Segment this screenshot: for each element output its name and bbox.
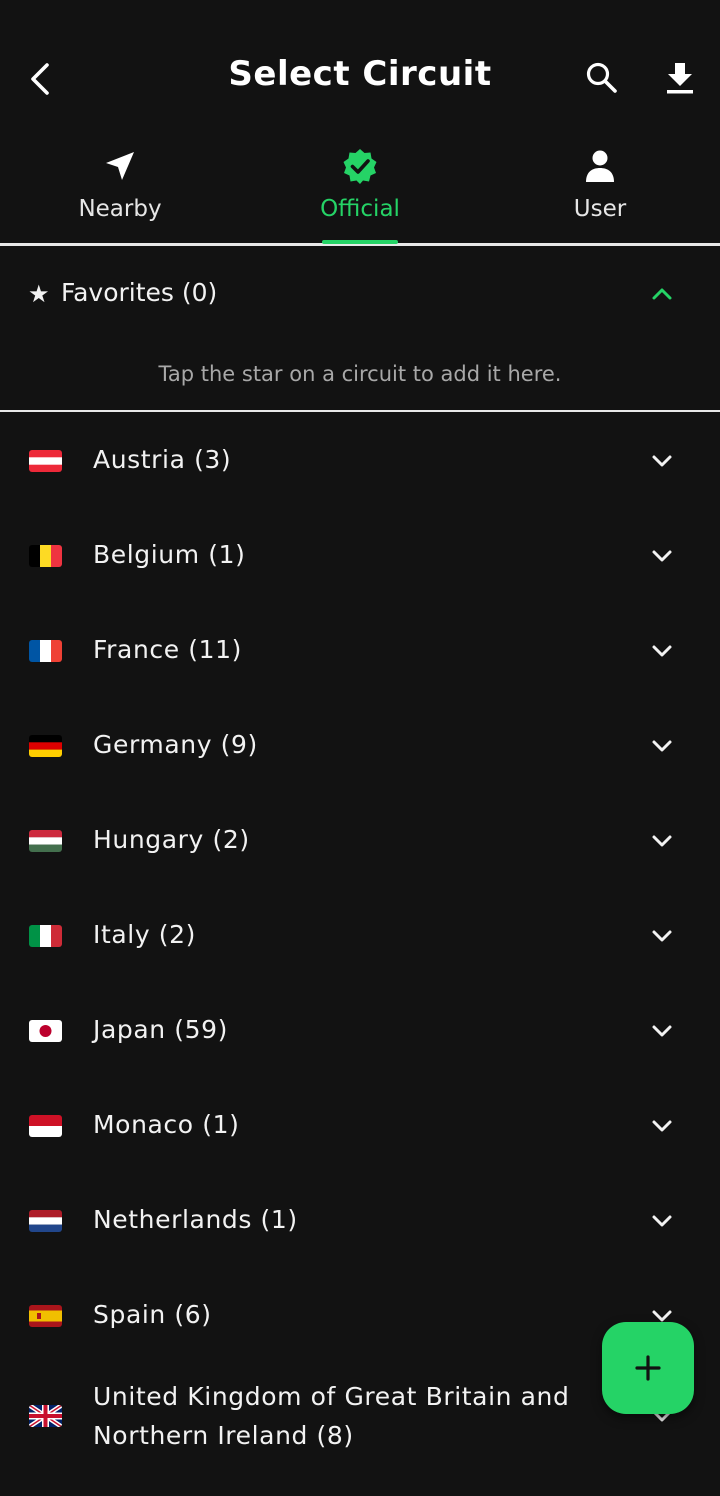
country-row-germany[interactable]: Germany (9) [0,699,720,794]
favorites-title: Favorites (0) [61,278,218,307]
country-label-line2: Northern Ireland (8) [93,1421,354,1450]
favorites-empty-hint: Tap the star on a circuit to add it here… [158,362,562,386]
chevron-down-icon [646,730,678,762]
country-row-italy[interactable]: Italy (2) [0,889,720,984]
tab-official-label: Official [320,196,400,222]
country-label: Germany (9) [93,730,258,759]
country-label: Monaco (1) [93,1110,240,1139]
spain-flag-icon [29,1305,62,1327]
tab-user[interactable]: User [480,140,720,243]
tab-bar: Nearby Official User [0,140,720,246]
country-label: Hungary (2) [93,825,250,854]
search-button[interactable] [580,56,624,100]
country-row-belgium[interactable]: Belgium (1) [0,509,720,604]
circuit-select-screen: Select Circuit Nearby Official User ★ Fa… [0,0,720,1496]
chevron-down-icon [646,445,678,477]
monaco-flag-icon [29,1115,62,1137]
search-icon [586,62,617,93]
netherlands-flag-icon [29,1210,62,1232]
add-circuit-button[interactable] [602,1322,694,1414]
country-row-hungary[interactable]: Hungary (2) [0,794,720,889]
germany-flag-icon [29,735,62,757]
country-label: Japan (59) [93,1015,228,1044]
favorites-collapse-toggle[interactable] [646,278,678,310]
favorites-section: ★ Favorites (0) Tap the star on a circui… [0,246,720,412]
united-kingdom-flag-icon [29,1405,62,1427]
country-label: Belgium (1) [93,540,246,569]
tab-user-label: User [573,196,627,222]
country-label: Italy (2) [93,920,196,949]
chevron-down-icon [646,540,678,572]
chevron-down-icon [646,1015,678,1047]
france-flag-icon [29,640,62,662]
country-label: Spain (6) [93,1300,212,1329]
tab-nearby[interactable]: Nearby [0,140,240,243]
plus-icon [635,1355,661,1381]
country-row-france[interactable]: France (11) [0,604,720,699]
star-icon: ★ [28,280,50,308]
country-row-netherlands[interactable]: Netherlands (1) [0,1174,720,1269]
verified-badge-icon [341,146,379,186]
person-icon [584,146,616,186]
app-header: Select Circuit [0,0,720,160]
navigation-arrow-icon [103,146,137,186]
chevron-down-icon [646,825,678,857]
chevron-down-icon [646,920,678,952]
chevron-down-icon [646,635,678,667]
hungary-flag-icon [29,830,62,852]
country-label: Austria (3) [93,445,232,474]
chevron-up-icon [652,288,672,300]
favorites-header[interactable]: ★ Favorites (0) [0,246,720,342]
country-label-line1: United Kingdom of Great Britain and [93,1382,570,1411]
country-label: Netherlands (1) [93,1205,298,1234]
tab-nearby-label: Nearby [78,196,162,222]
download-icon [667,63,693,94]
country-label: France (11) [93,635,242,664]
chevron-down-icon [646,1205,678,1237]
chevron-down-icon [646,1110,678,1142]
austria-flag-icon [29,450,62,472]
belgium-flag-icon [29,545,62,567]
active-tab-indicator [322,240,398,244]
italy-flag-icon [29,925,62,947]
tab-official[interactable]: Official [240,140,480,243]
country-row-monaco[interactable]: Monaco (1) [0,1079,720,1174]
country-row-austria[interactable]: Austria (3) [0,414,720,509]
download-button[interactable] [658,56,702,100]
country-row-japan[interactable]: Japan (59) [0,984,720,1079]
japan-flag-icon [29,1020,62,1042]
